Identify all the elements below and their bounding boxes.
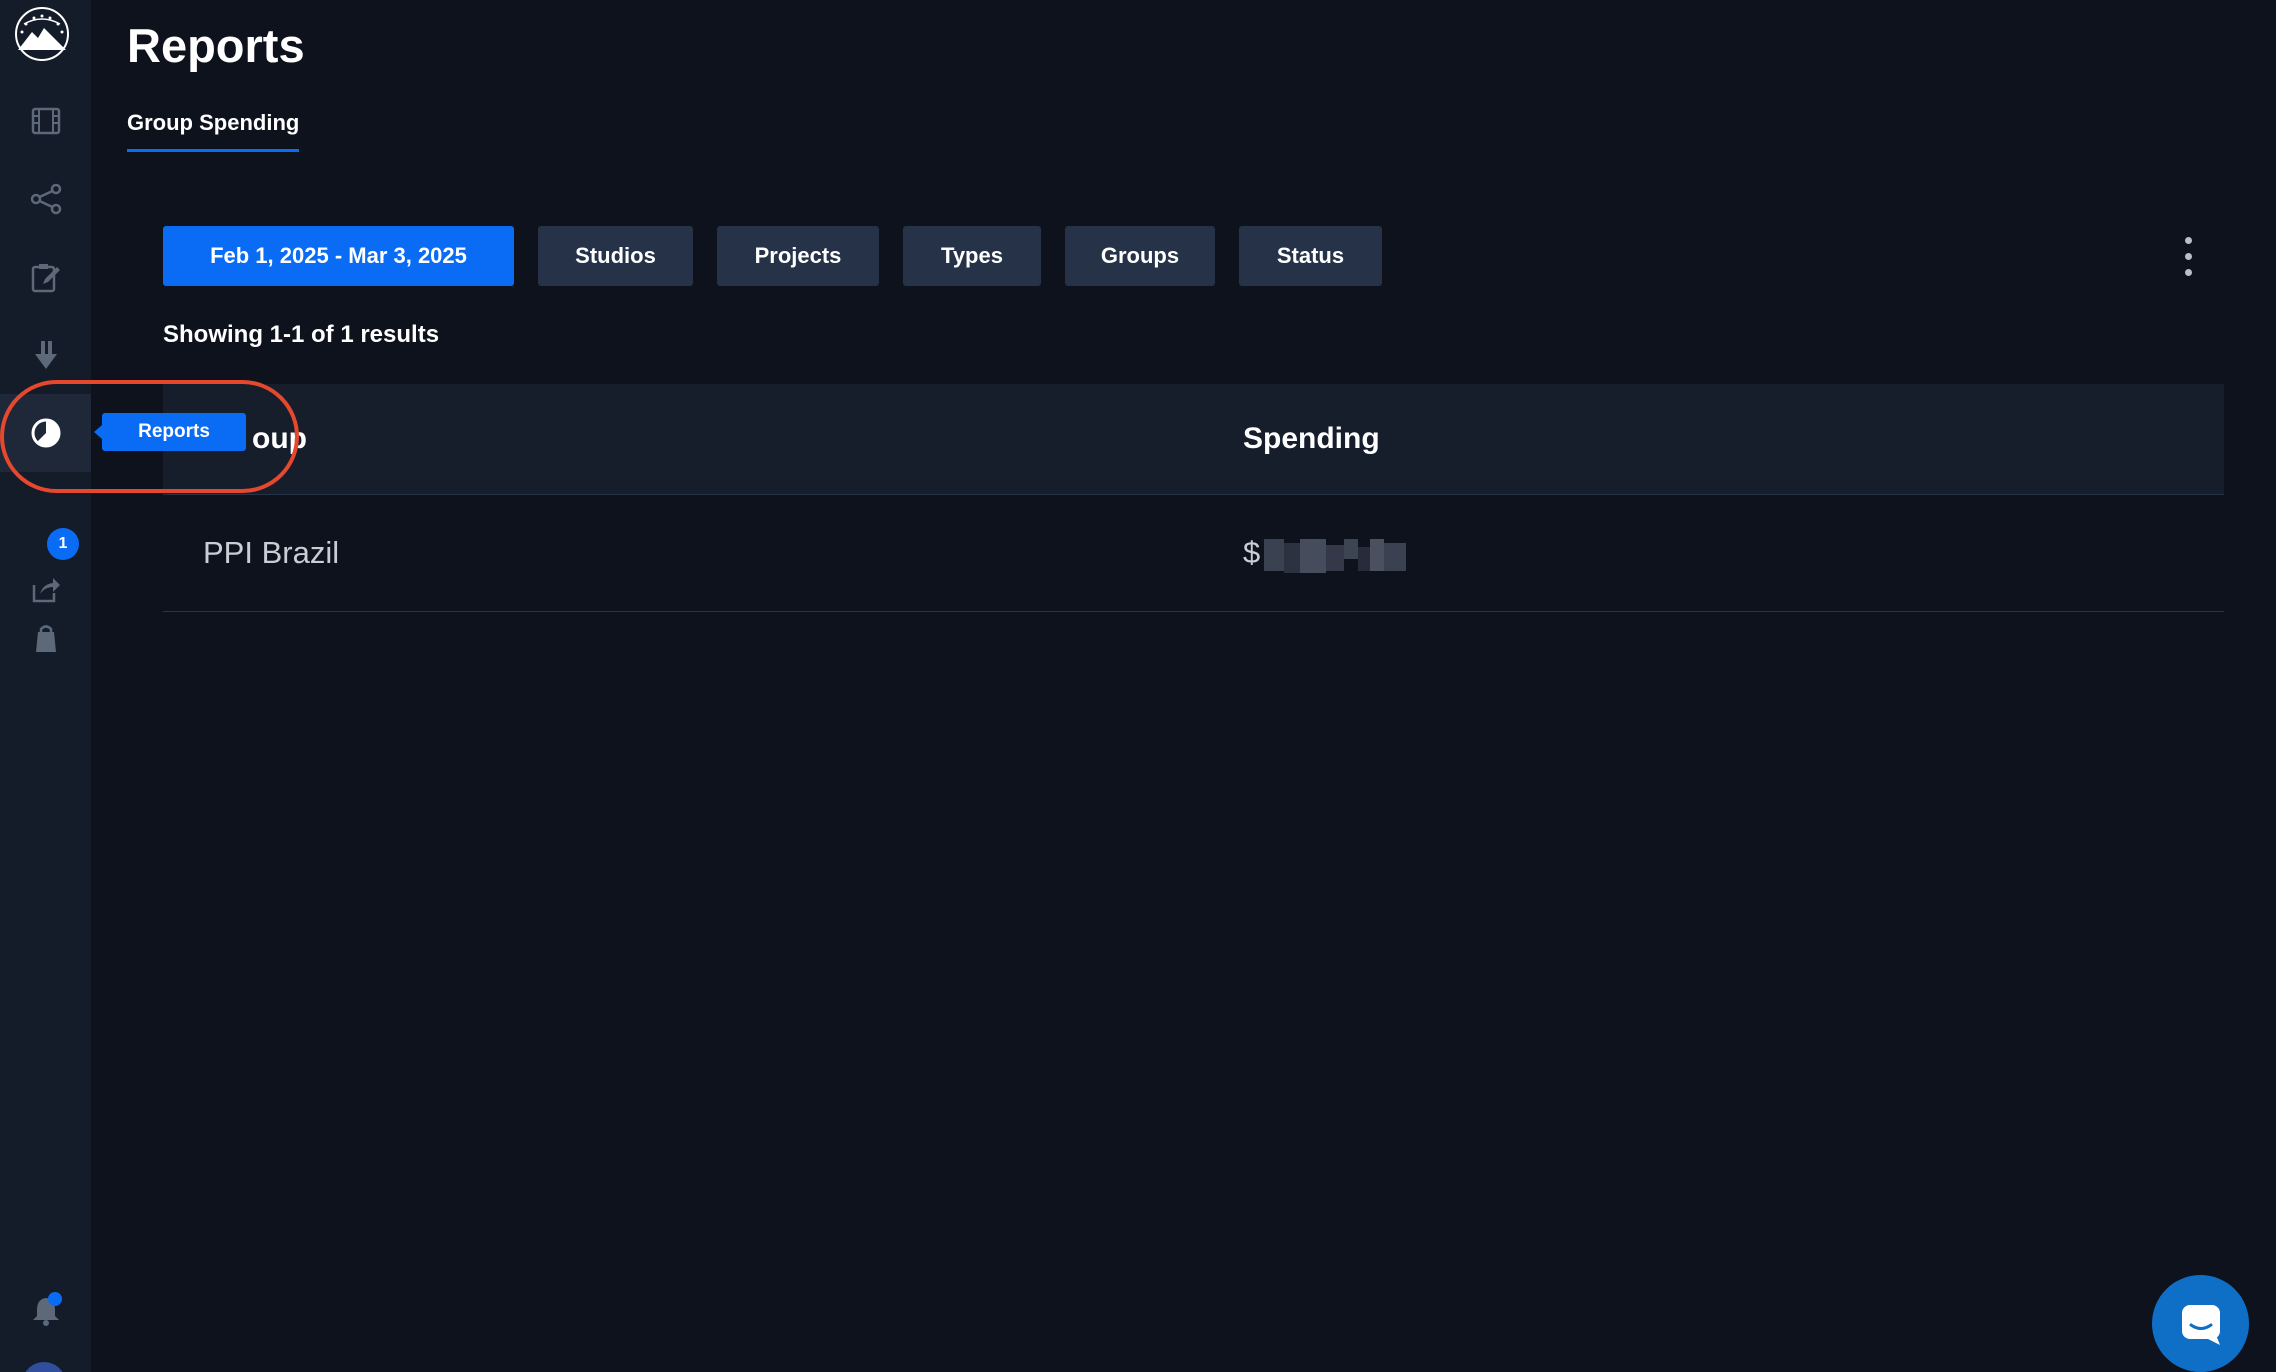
column-header-spending[interactable]: Spending [1243, 422, 1380, 456]
share-icon [30, 183, 61, 215]
projects-filter-button[interactable]: Projects [717, 226, 879, 286]
sidebar-item-tasks[interactable] [0, 238, 91, 316]
notification-dot [48, 1292, 62, 1306]
studios-filter-button[interactable]: Studios [538, 226, 693, 286]
spending-table: oup Spending PPI Brazil $ [163, 384, 2224, 612]
clipboard-edit-icon [31, 264, 60, 293]
types-filter-button[interactable]: Types [903, 226, 1041, 286]
chat-launcher-button[interactable] [2152, 1275, 2249, 1372]
reports-tooltip: Reports [94, 413, 246, 451]
chat-icon [2181, 1304, 2220, 1345]
sidebar: 1 [0, 0, 91, 1372]
cell-spending: $ [1243, 535, 1261, 570]
column-header-group[interactable]: oup [252, 422, 307, 456]
export-badge: 1 [47, 528, 79, 560]
sidebar-item-reports[interactable] [0, 394, 91, 472]
sidebar-item-downloads[interactable] [0, 316, 91, 394]
download-icon [34, 341, 57, 369]
shopping-bag-icon [35, 625, 56, 652]
table-header: oup Spending [163, 384, 2224, 495]
groups-filter-button[interactable]: Groups [1065, 226, 1215, 286]
more-options-icon[interactable] [2178, 232, 2198, 280]
page-title: Reports [127, 19, 305, 72]
paramount-logo[interactable] [10, 6, 74, 62]
avatar[interactable] [22, 1362, 66, 1372]
film-icon [31, 107, 60, 135]
sidebar-item-notifications[interactable] [0, 1272, 91, 1350]
cell-group: PPI Brazil [203, 535, 340, 570]
tab-group-spending[interactable]: Group Spending [127, 110, 300, 152]
pie-chart-icon [31, 418, 60, 448]
date-range-button[interactable]: Feb 1, 2025 - Mar 3, 2025 [163, 226, 514, 286]
table-row[interactable]: PPI Brazil $ [163, 495, 2224, 612]
sidebar-item-store[interactable] [0, 600, 91, 678]
app-root: 1 Reports Reports Group Spending Feb 1, … [0, 0, 2276, 1372]
results-count: Showing 1-1 of 1 results [163, 321, 440, 348]
sidebar-item-media[interactable] [0, 82, 91, 160]
status-filter-button[interactable]: Status [1239, 226, 1382, 286]
sidebar-item-share[interactable] [0, 160, 91, 238]
